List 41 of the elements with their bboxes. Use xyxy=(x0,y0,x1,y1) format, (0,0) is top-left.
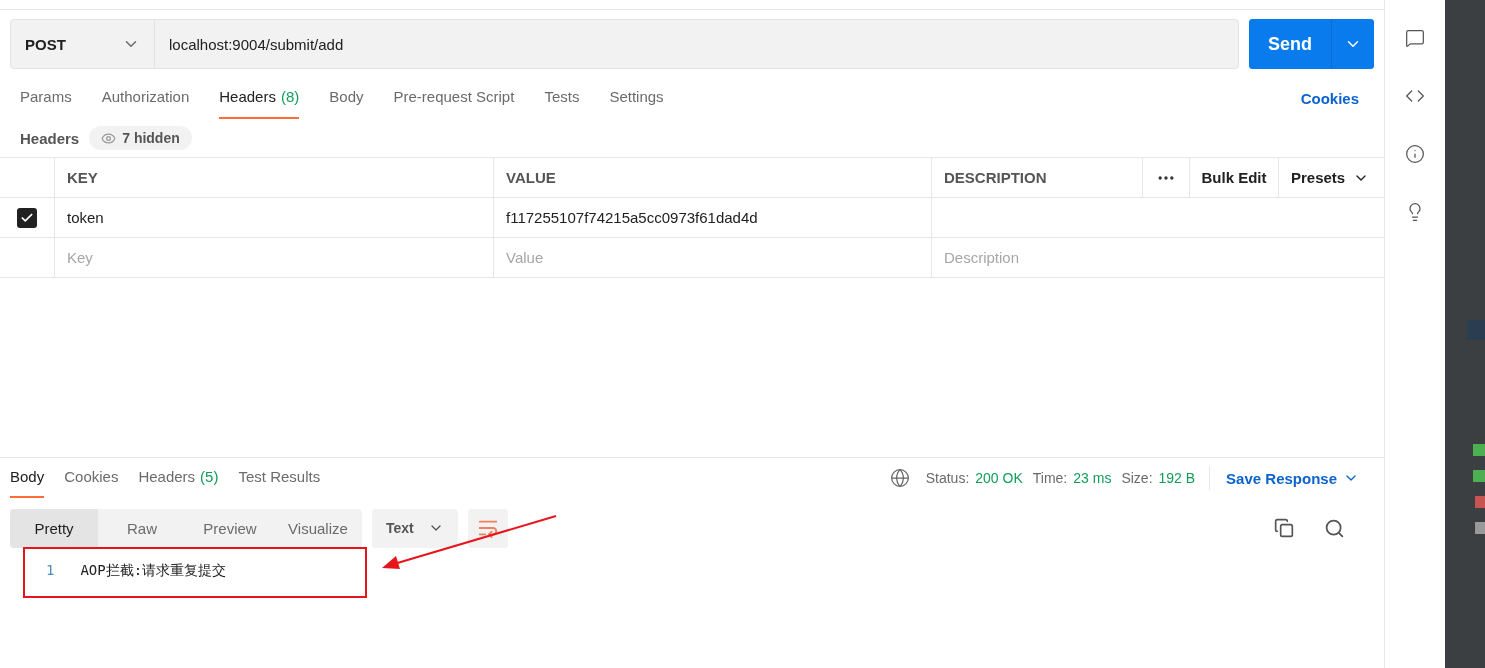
cookies-link[interactable]: Cookies xyxy=(1300,77,1364,119)
wrap-button[interactable] xyxy=(468,508,508,548)
response-tab[interactable]: Body xyxy=(10,458,45,498)
response-tab[interactable]: Headers (5) xyxy=(138,458,219,498)
checkbox[interactable] xyxy=(17,207,37,228)
view-mode-tab[interactable]: Raw xyxy=(98,508,186,548)
search-icon xyxy=(1323,517,1345,539)
info-icon[interactable] xyxy=(1405,144,1425,164)
presets-dropdown[interactable]: Presets xyxy=(1279,158,1384,198)
column-header: DESCRIPTION xyxy=(932,158,1143,198)
request-tab[interactable]: Body xyxy=(329,77,364,119)
request-tab[interactable]: Settings xyxy=(609,77,664,119)
hidden-headers-toggle[interactable]: 7 hidden xyxy=(89,126,192,150)
view-mode-tab[interactable]: Preview xyxy=(186,508,274,548)
response-tab[interactable]: Cookies xyxy=(64,458,119,498)
save-response-button[interactable]: Save Response xyxy=(1226,469,1374,487)
view-mode-tab[interactable]: Pretty xyxy=(10,508,98,548)
copy-icon xyxy=(1274,518,1294,538)
request-tab[interactable]: Headers (8) xyxy=(219,77,300,119)
response-stat: Status: 200 OK xyxy=(925,470,1023,486)
response-tab[interactable]: Test Results xyxy=(238,458,321,498)
request-tab[interactable]: Params xyxy=(20,77,72,119)
format-dropdown[interactable]: Text xyxy=(372,508,458,548)
request-tab[interactable]: Pre-request Script xyxy=(393,77,515,119)
column-header: KEY xyxy=(55,158,494,198)
column-header: VALUE xyxy=(494,158,932,198)
request-tab[interactable]: Authorization xyxy=(101,77,190,119)
view-mode-tab[interactable]: Visualize xyxy=(274,508,362,548)
table-cell[interactable]: f117255107f74215a5cc0973f61dad4d xyxy=(494,198,932,238)
headers-label: Headers xyxy=(20,129,80,147)
line-number: 1 xyxy=(46,562,55,580)
request-tab[interactable]: Tests xyxy=(544,77,580,119)
send-button[interactable]: Send xyxy=(1249,19,1332,69)
globe-icon[interactable] xyxy=(889,468,910,488)
eye-icon xyxy=(101,130,117,146)
response-stat: Size: 192 B xyxy=(1121,470,1196,486)
code-line: AOP拦截:请求重复提交 xyxy=(80,562,227,580)
response-stat: Time: 23 ms xyxy=(1032,470,1112,486)
table-cell[interactable]: token xyxy=(55,198,494,238)
comment-icon[interactable] xyxy=(1405,28,1425,48)
bulk-edit-button[interactable]: Bulk Edit xyxy=(1190,158,1279,198)
